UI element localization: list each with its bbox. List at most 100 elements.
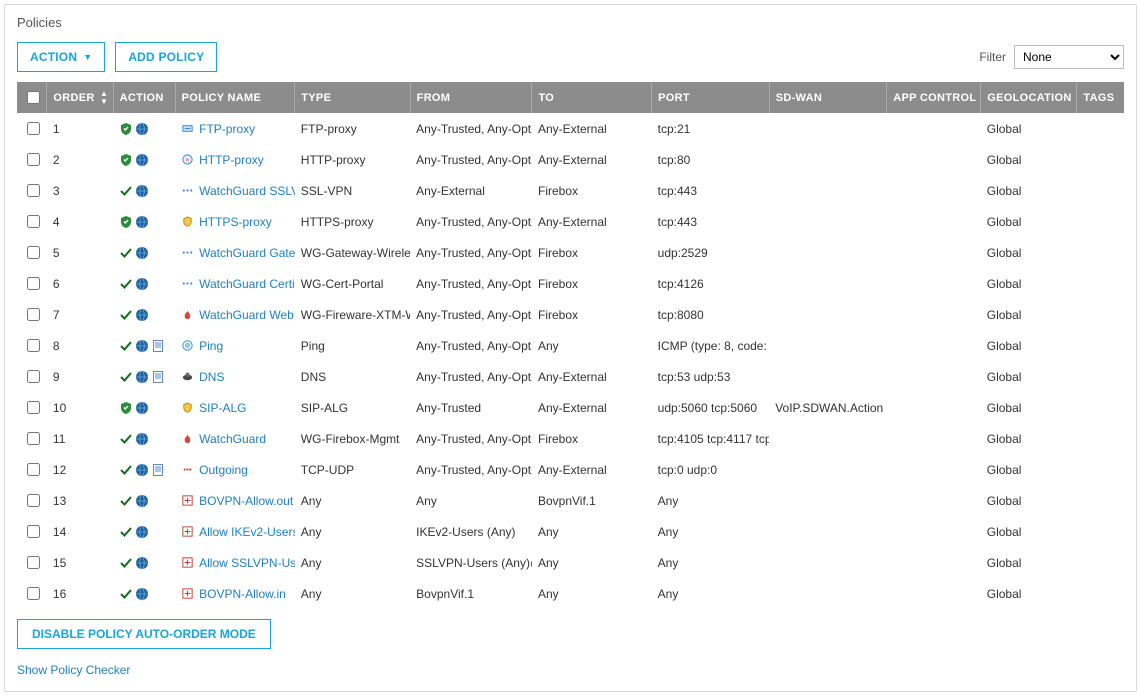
- cell-tags: [1077, 547, 1124, 578]
- policy-name-link[interactable]: WatchGuard Web UI: [199, 308, 295, 322]
- row-checkbox[interactable]: [27, 401, 40, 414]
- table-row[interactable]: 12OutgoingTCP-UDPAny-Trusted, Any-OptioA…: [17, 454, 1124, 485]
- row-checkbox[interactable]: [27, 494, 40, 507]
- table-row[interactable]: 9DNSDNSAny-Trusted, Any-OptioAny-Externa…: [17, 361, 1124, 392]
- cell-from: Any-Trusted, Any-Optio: [410, 237, 532, 268]
- cell-policy-name: WatchGuard SSLVPN: [175, 175, 295, 206]
- table-row[interactable]: 1FTP-proxyFTP-proxyAny-Trusted, Any-Opti…: [17, 113, 1124, 144]
- table-row[interactable]: 15Allow SSLVPN-UsersAnySSLVPN-Users (Any…: [17, 547, 1124, 578]
- header-tags[interactable]: TAGS: [1077, 82, 1124, 113]
- checkmark-icon: [119, 370, 133, 384]
- policy-name-link[interactable]: Allow IKEv2-Users: [199, 525, 295, 539]
- cell-policy-name: SIP-ALG: [175, 392, 295, 423]
- header-sdwan[interactable]: SD-WAN: [769, 82, 887, 113]
- table-row[interactable]: 3WatchGuard SSLVPNSSL-VPNAny-ExternalFir…: [17, 175, 1124, 206]
- cell-appctl: [887, 113, 981, 144]
- row-checkbox[interactable]: [27, 184, 40, 197]
- globe-icon: [135, 308, 149, 322]
- cell-policy-name: FTP-proxy: [175, 113, 295, 144]
- table-row[interactable]: 7WatchGuard Web UIWG-Fireware-XTM-WelAny…: [17, 299, 1124, 330]
- policy-name-link[interactable]: DNS: [199, 370, 224, 384]
- filter-select[interactable]: None: [1014, 45, 1124, 69]
- row-checkbox[interactable]: [27, 525, 40, 538]
- cell-from: BovpnVif.1: [410, 578, 532, 609]
- header-app-control[interactable]: APP CONTROL: [887, 82, 981, 113]
- firebox-icon: [181, 308, 194, 321]
- cell-order: 15: [47, 547, 113, 578]
- row-checkbox[interactable]: [27, 463, 40, 476]
- header-order[interactable]: ORDER ▲▼: [47, 82, 113, 113]
- disable-auto-order-button[interactable]: DISABLE POLICY AUTO-ORDER MODE: [17, 619, 271, 649]
- row-checkbox[interactable]: [27, 246, 40, 259]
- cell-to: Any: [532, 578, 652, 609]
- table-row[interactable]: 8PingPingAny-Trusted, Any-OptioAnyICMP (…: [17, 330, 1124, 361]
- table-row[interactable]: 13BOVPN-Allow.outAnyAnyBovpnVif.1AnyGlob…: [17, 485, 1124, 516]
- cell-to: Firebox: [532, 299, 652, 330]
- cell-from: Any-Trusted, Any-Optio: [410, 299, 532, 330]
- row-checkbox[interactable]: [27, 215, 40, 228]
- policy-name-link[interactable]: HTTPS-proxy: [199, 215, 272, 229]
- table-row[interactable]: 2HHTTP-proxyHTTP-proxyAny-Trusted, Any-O…: [17, 144, 1124, 175]
- filter-label: Filter: [979, 50, 1006, 64]
- table-row[interactable]: 16BOVPN-Allow.inAnyBovpnVif.1AnyAnyGloba…: [17, 578, 1124, 609]
- policy-name-link[interactable]: BOVPN-Allow.in: [199, 587, 286, 601]
- policies-table: ORDER ▲▼ ACTION POLICY NAME TYPE FROM TO…: [17, 82, 1124, 609]
- select-all-checkbox[interactable]: [27, 91, 40, 104]
- policy-name-link[interactable]: Allow SSLVPN-Users: [199, 556, 295, 570]
- row-checkbox[interactable]: [27, 308, 40, 321]
- cell-port: udp:5060 tcp:5060: [652, 392, 770, 423]
- header-port[interactable]: PORT: [652, 82, 770, 113]
- cell-action: [113, 454, 175, 485]
- table-row[interactable]: 10SIP-ALGSIP-ALGAny-TrustedAny-Externalu…: [17, 392, 1124, 423]
- globe-icon: [135, 277, 149, 291]
- row-checkbox[interactable]: [27, 432, 40, 445]
- row-checkbox[interactable]: [27, 277, 40, 290]
- checkmark-icon: [119, 277, 133, 291]
- cell-policy-name: HHTTP-proxy: [175, 144, 295, 175]
- globe-icon: [135, 463, 149, 477]
- row-checkbox[interactable]: [27, 153, 40, 166]
- action-dropdown-button[interactable]: ACTION ▼: [17, 42, 105, 72]
- cell-appctl: [887, 485, 981, 516]
- toolbar: ACTION ▼ ADD POLICY Filter None: [17, 42, 1124, 72]
- table-row[interactable]: 11WatchGuardWG-Firebox-MgmtAny-Trusted, …: [17, 423, 1124, 454]
- policy-name-link[interactable]: WatchGuard Gatewa: [199, 246, 295, 260]
- cell-type: HTTPS-proxy: [295, 206, 410, 237]
- header-type[interactable]: TYPE: [295, 82, 410, 113]
- header-select-all[interactable]: [17, 82, 47, 113]
- policy-name-link[interactable]: WatchGuard SSLVPN: [199, 184, 295, 198]
- header-from[interactable]: FROM: [410, 82, 532, 113]
- add-policy-button[interactable]: ADD POLICY: [115, 42, 217, 72]
- header-action[interactable]: ACTION: [113, 82, 175, 113]
- row-checkbox[interactable]: [27, 587, 40, 600]
- policy-name-link[interactable]: WatchGuard: [199, 432, 266, 446]
- cell-policy-name: WatchGuard: [175, 423, 295, 454]
- dots-red-icon: [181, 463, 194, 476]
- row-checkbox[interactable]: [27, 122, 40, 135]
- table-row[interactable]: 6WatchGuard CertificWG-Cert-PortalAny-Tr…: [17, 268, 1124, 299]
- table-row[interactable]: 5WatchGuard GatewaWG-Gateway-Wireless-An…: [17, 237, 1124, 268]
- globe-icon: [135, 401, 149, 415]
- policy-name-link[interactable]: FTP-proxy: [199, 122, 255, 136]
- header-to[interactable]: TO: [532, 82, 652, 113]
- policy-name-link[interactable]: SIP-ALG: [199, 401, 246, 415]
- header-policy-name[interactable]: POLICY NAME: [175, 82, 295, 113]
- policy-name-link[interactable]: Outgoing: [199, 463, 248, 477]
- table-row[interactable]: 4HTTPS-proxyHTTPS-proxyAny-Trusted, Any-…: [17, 206, 1124, 237]
- policy-name-link[interactable]: WatchGuard Certific: [199, 277, 295, 291]
- cell-appctl: [887, 175, 981, 206]
- header-geolocation[interactable]: GEOLOCATION: [981, 82, 1077, 113]
- cell-policy-name: DNS: [175, 361, 295, 392]
- cell-sdwan: [769, 516, 887, 547]
- table-row[interactable]: 14Allow IKEv2-UsersAnyIKEv2-Users (Any)A…: [17, 516, 1124, 547]
- policy-name-link[interactable]: BOVPN-Allow.out: [199, 494, 293, 508]
- policy-name-link[interactable]: HTTP-proxy: [199, 153, 264, 167]
- policy-name-link[interactable]: Ping: [199, 339, 223, 353]
- cell-to: Firebox: [532, 268, 652, 299]
- row-checkbox[interactable]: [27, 339, 40, 352]
- row-checkbox[interactable]: [27, 370, 40, 383]
- show-policy-checker-link[interactable]: Show Policy Checker: [17, 663, 130, 677]
- cell-policy-name: WatchGuard Certific: [175, 268, 295, 299]
- cell-type: Ping: [295, 330, 410, 361]
- row-checkbox[interactable]: [27, 556, 40, 569]
